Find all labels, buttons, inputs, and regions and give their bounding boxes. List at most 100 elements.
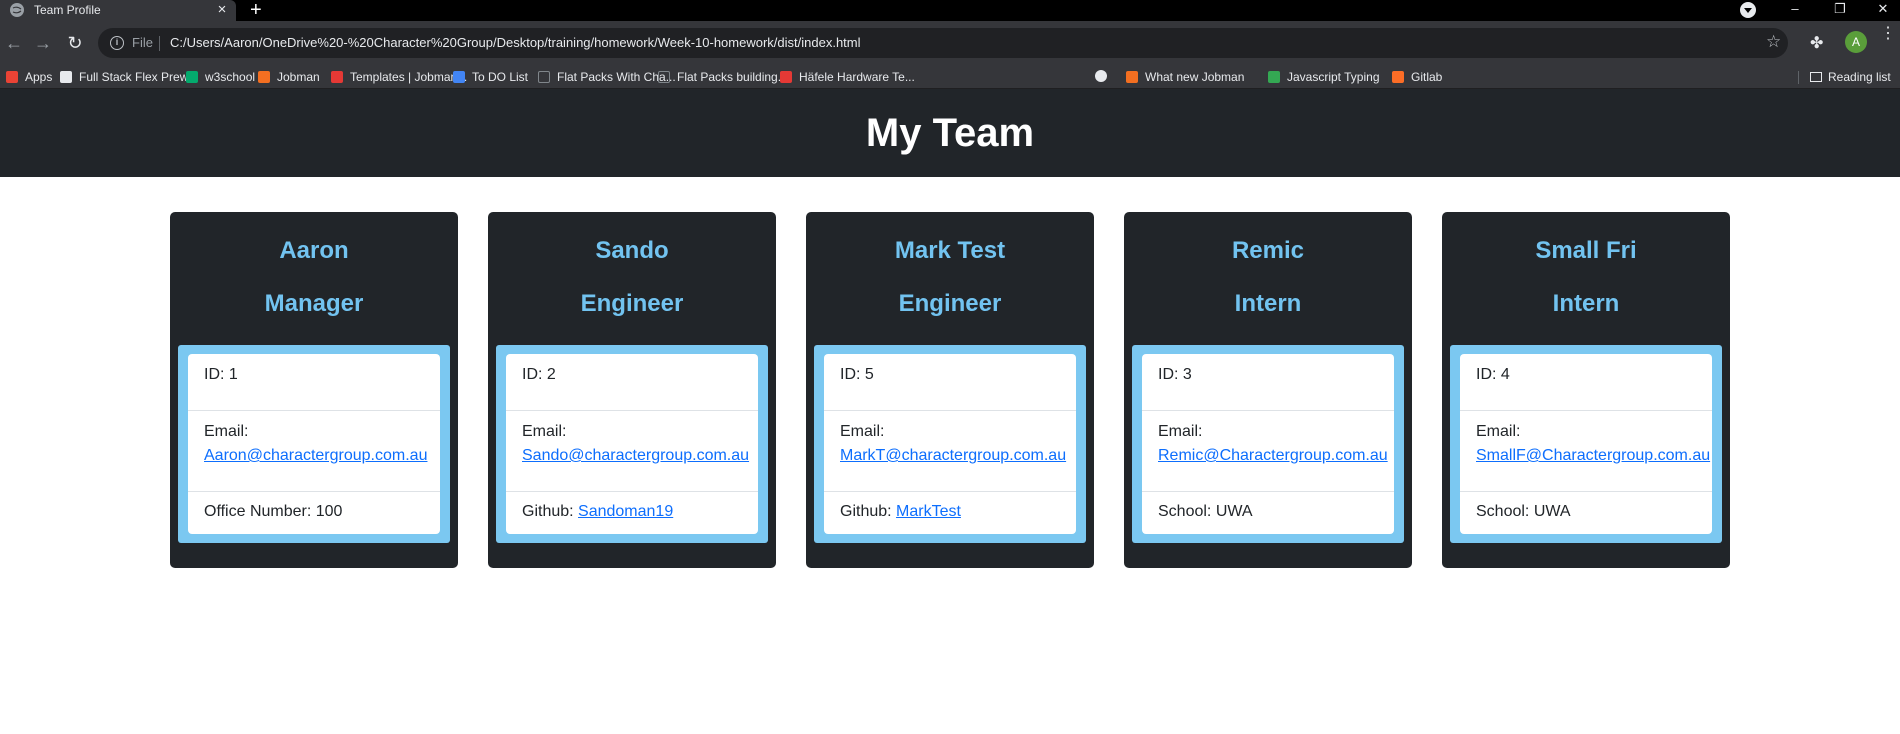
extra-label: School: UWA [1158,503,1253,520]
bookmark-label: Jobman [277,70,320,84]
bookmark-item[interactable]: Jobman [258,70,320,84]
bookmark-item[interactable]: What new Jobman [1126,70,1244,84]
page-title: My Team [865,110,1035,155]
bookmark-star-icon[interactable]: ☆ [1766,32,1781,52]
close-window-icon[interactable]: ✕ [1868,0,1898,21]
email-link[interactable]: SmallF@Charactergroup.com.au [1476,447,1710,464]
extra-label: School: UWA [1476,503,1571,520]
gray-doc-icon [658,71,670,83]
email-link[interactable]: Remic@Charactergroup.com.au [1158,447,1388,464]
id-label: ID: [1158,366,1183,383]
member-details-list: ID: 3 Email: Remic@Charactergroup.com.au Sc… [1142,354,1394,534]
info-icon[interactable]: i [110,36,124,50]
member-extra-row: Office Number: 100 [188,491,440,524]
bookmark-item[interactable]: w3school [186,70,255,84]
bookmark-label: Full Stack Flex Prew... [79,70,198,84]
member-name: Sando [595,237,669,264]
reading-list-icon [1810,72,1822,82]
member-id: ID: 3 [1142,363,1394,387]
divider [159,36,160,51]
tab-close-icon[interactable]: × [214,1,230,19]
forward-icon[interactable]: → [32,33,54,53]
reading-list-label: Reading list [1828,70,1891,84]
bookmark-item[interactable]: Häfele Hardware Te... [780,70,915,84]
bookmark-item[interactable]: Flat Packs With Cha... [538,70,676,84]
page-header: My Team [0,89,1900,177]
github-link[interactable]: MarkTest [896,503,961,520]
member-details-list: ID: 1 Email: Aaron@charactergroup.com.au Of… [188,354,440,534]
member-email-row: Email: Remic@Charactergroup.com.au [1142,410,1394,491]
code-braces-icon [258,71,270,83]
globe-icon [10,3,24,17]
bookmark-item[interactable]: Full Stack Flex Prew... [60,70,198,84]
bookmark-item[interactable]: Javascript Typing [1268,70,1380,84]
back-icon[interactable]: ← [3,33,25,53]
url-text[interactable]: C:/Users/Aaron/OneDrive%20-%20Character%… [170,35,861,50]
id-label: ID: [840,366,865,383]
member-details-list: ID: 2 Email: Sando@charactergroup.com.au Gi… [506,354,758,534]
email-link[interactable]: Sando@charactergroup.com.au [522,447,749,464]
member-extra-row: Github: Sandoman19 [506,491,758,524]
extensions-icon[interactable]: ✤ [1810,33,1823,53]
bookmark-item[interactable]: Flat Packs building... [658,70,788,84]
bars-icon [331,71,343,83]
member-details-list: ID: 4 Email: SmallF@Charactergroup.com.au S… [1460,354,1712,534]
email-link[interactable]: MarkT@charactergroup.com.au [840,447,1066,464]
menu-dots-icon[interactable]: ⋮ [1880,26,1896,42]
bookmark-label: Flat Packs building... [677,70,788,84]
divider [1798,71,1799,84]
bookmark-item[interactable] [1095,70,1114,82]
avatar[interactable]: A [1845,31,1867,53]
bookmark-label: Apps [25,70,53,84]
bookmark-label: Templates | Jobman... [350,70,468,84]
reload-icon[interactable]: ↻ [64,33,86,53]
bookmark-item[interactable]: Gitlab [1392,70,1442,84]
member-email-row: Email: SmallF@Charactergroup.com.au [1460,410,1712,491]
bookmark-item[interactable]: Templates | Jobman... [331,70,467,84]
email-label: Email: [840,423,885,440]
browser-tab[interactable]: Team Profile × [0,0,236,21]
tab-search-icon[interactable] [1740,2,1756,18]
new-tab-button[interactable]: + [250,0,262,21]
id-value: 3 [1182,366,1192,383]
member-id: ID: 4 [1460,363,1712,387]
restore-icon[interactable]: ❐ [1825,0,1855,21]
member-role: Intern [1552,290,1620,317]
tab-strip: Team Profile × + – ❐ ✕ [0,0,1900,21]
bookmark-label: To DO List [472,70,529,84]
browser-toolbar: ← → ↻ i File C:/Users/Aaron/OneDrive%20-… [0,21,1900,66]
team-member-card: Remic Intern ID: 3 Email: Remic@Charactergro… [1124,212,1412,568]
bookmark-item[interactable]: Apps [6,70,52,84]
id-label: ID: [522,366,547,383]
member-id: ID: 5 [824,363,1076,387]
email-label: Email: [204,423,249,440]
minimize-icon[interactable]: – [1780,0,1810,21]
member-name: Aaron [279,237,349,264]
scheme-label: File [132,35,153,50]
gitlab-icon [1392,71,1404,83]
id-value: 1 [228,366,238,383]
member-name: Remic [1231,237,1305,264]
id-value: 5 [864,366,874,383]
member-email-row: Email: Aaron@charactergroup.com.au [188,410,440,491]
globe-icon [1095,70,1107,82]
id-label: ID: [1476,366,1501,383]
bookmark-label: Häfele Hardware Te... [799,70,915,84]
card-body: ID: 3 Email: Remic@Charactergroup.com.au Sc… [1132,345,1404,543]
reading-list-button[interactable]: Reading list [1810,70,1891,84]
email-link[interactable]: Aaron@charactergroup.com.au [204,447,427,464]
team-member-card: Sando Engineer ID: 2 Email: Sando@characterg… [488,212,776,568]
address-bar[interactable]: i File C:/Users/Aaron/OneDrive%20-%20Cha… [98,28,1788,58]
code-braces-icon [1126,71,1138,83]
w3schools-icon [186,71,198,83]
bookmark-label: w3school [205,70,256,84]
extra-label: Github: [840,503,897,520]
member-name: Small Fri [1535,237,1637,264]
bookmark-item[interactable]: To DO List [453,70,528,84]
id-value: 2 [546,366,556,383]
bookmark-label: Gitlab [1411,70,1443,84]
apps-grid-icon [6,71,18,83]
github-link[interactable]: Sandoman19 [578,503,673,520]
bookmark-label: What new Jobman [1145,70,1245,84]
extra-label: Office Number: 100 [204,503,343,520]
